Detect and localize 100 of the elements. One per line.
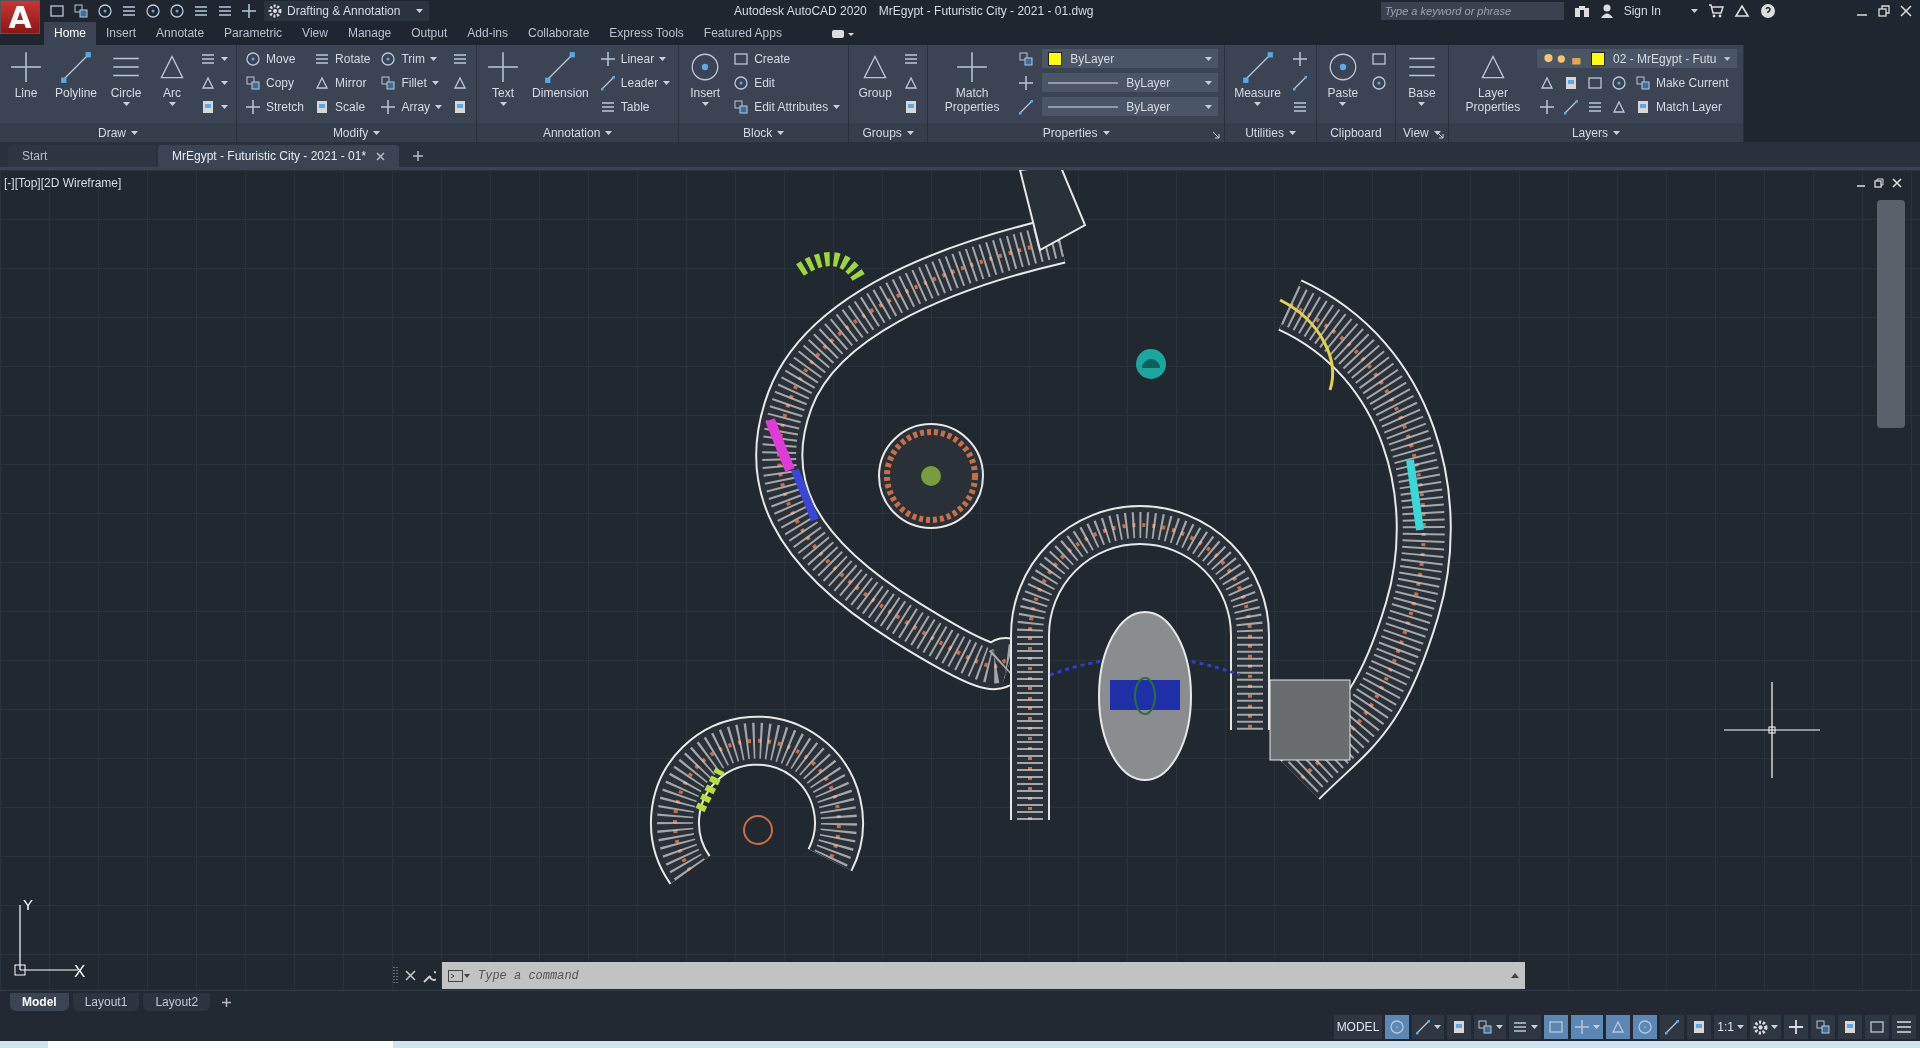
help-icon[interactable]	[1760, 3, 1776, 19]
triangle-icon[interactable]	[1734, 4, 1750, 18]
ribbon-button[interactable]: Polyline	[52, 48, 101, 123]
search-field[interactable]: Type a keyword or phrase	[1380, 2, 1564, 20]
ribbon-button[interactable]: Paste	[1322, 48, 1363, 123]
status-toggle[interactable]	[1571, 1015, 1604, 1039]
panel-title[interactable]: Modify	[332, 125, 369, 140]
status-toggle[interactable]	[1509, 1015, 1542, 1039]
launcher-icon[interactable]	[1436, 132, 1444, 139]
grip-icon[interactable]	[393, 966, 399, 985]
panel-title[interactable]: Block	[743, 125, 773, 140]
layout-tab[interactable]: Layout1	[72, 993, 140, 1011]
ribbon-button[interactable]: Arc	[152, 48, 193, 123]
tool-button[interactable]: Leader	[597, 72, 673, 93]
quick-access-button[interactable]	[240, 2, 258, 20]
layout-tab[interactable]: Layout2	[143, 993, 211, 1011]
plus-button[interactable]	[1784, 1015, 1808, 1039]
ribbon-tab[interactable]: View	[292, 22, 338, 45]
tool-button[interactable]: Trim	[378, 48, 439, 69]
status-toggle[interactable]	[1633, 1015, 1658, 1039]
status-toggle[interactable]	[1606, 1015, 1631, 1039]
ribbon-button[interactable]: Text	[483, 48, 524, 123]
document-tab[interactable]: MrEgypt - Futuristic City - 2021 - 01*	[158, 145, 400, 167]
binoculars-icon[interactable]	[1573, 4, 1590, 18]
quick-access-button[interactable]	[168, 2, 186, 20]
status-toggle[interactable]	[1385, 1015, 1410, 1039]
close-icon[interactable]	[1892, 178, 1902, 188]
status-toggle[interactable]	[1474, 1015, 1507, 1039]
status-toggle[interactable]	[1447, 1015, 1472, 1039]
tool-button[interactable]: Linear	[597, 48, 669, 69]
status-button[interactable]	[1838, 1015, 1862, 1039]
ribbon-tab[interactable]: Annotate	[146, 22, 215, 45]
quick-access-button[interactable]	[48, 2, 66, 20]
close-icon[interactable]	[1900, 5, 1912, 17]
cart-icon[interactable]	[1708, 4, 1724, 18]
tool-button[interactable]: Table	[597, 96, 652, 117]
launcher-icon[interactable]	[1213, 132, 1221, 139]
quick-access-button[interactable]	[72, 2, 90, 20]
close-icon[interactable]	[376, 151, 386, 161]
ribbon-tab[interactable]: Output	[401, 22, 458, 45]
tool-button[interactable]: Make Current	[1632, 72, 1731, 93]
panel-title[interactable]: Draw	[98, 125, 126, 140]
status-toggle[interactable]	[1412, 1015, 1445, 1039]
quick-access-button[interactable]	[96, 2, 114, 20]
ribbon-button[interactable]: Line	[6, 48, 46, 123]
ribbon-button[interactable]: Layer Properties	[1454, 48, 1531, 123]
tool-button[interactable]: Create	[731, 48, 793, 69]
status-button[interactable]	[1865, 1015, 1889, 1039]
status-toggle[interactable]	[1660, 1015, 1685, 1039]
close-icon[interactable]	[405, 970, 416, 981]
quick-access-button[interactable]	[144, 2, 162, 20]
ribbon-button[interactable]: Base	[1401, 48, 1442, 123]
ribbon-button[interactable]: Match Properties	[934, 48, 1011, 123]
status-button[interactable]	[1811, 1015, 1835, 1039]
tool-button[interactable]: Match Layer	[1632, 96, 1724, 117]
tool-button[interactable]: Edit Attributes	[731, 96, 843, 117]
settings-button[interactable]	[1750, 1015, 1781, 1039]
plus-icon[interactable]	[222, 997, 232, 1007]
tool-button[interactable]: Fillet	[378, 72, 441, 93]
sign-in-link[interactable]: Sign In	[1623, 4, 1661, 18]
model-space-button[interactable]: MODEL	[1333, 1015, 1383, 1039]
menu-button[interactable]	[1892, 1015, 1916, 1039]
ribbon-tab[interactable]: Parametric	[214, 22, 293, 45]
line-dropdown[interactable]: ByLayer	[1042, 73, 1219, 92]
ribbon-button[interactable]: Insert	[685, 48, 726, 123]
layout-tab[interactable]: Model	[10, 993, 69, 1011]
viewport-controls[interactable]: [-][Top][2D Wireframe]	[4, 176, 122, 190]
workspace-dropdown[interactable]: Drafting & Annotation	[264, 1, 429, 21]
app-menu-button[interactable]: A	[0, 0, 40, 34]
ribbon-button[interactable]: Circle	[106, 48, 147, 123]
tool-button[interactable]: Mirror	[312, 72, 369, 93]
tool-button[interactable]: Move	[243, 48, 298, 69]
status-toggle[interactable]	[1544, 1015, 1569, 1039]
panel-toggle-icon[interactable]	[831, 29, 854, 39]
panel-title[interactable]: Properties	[1042, 125, 1098, 140]
plus-icon[interactable]	[413, 151, 424, 161]
caret-icon[interactable]	[1511, 973, 1519, 978]
panel-title[interactable]: Layers	[1571, 125, 1608, 140]
ribbon-button[interactable]: Measure	[1231, 48, 1284, 123]
restore-icon[interactable]	[1878, 5, 1890, 17]
ribbon-tab[interactable]: Collaborate	[518, 22, 600, 45]
line-dropdown[interactable]: ByLayer	[1042, 97, 1219, 116]
ribbon-button[interactable]: Dimension	[529, 48, 592, 123]
ribbon-tab[interactable]: Manage	[337, 22, 402, 45]
tool-button[interactable]: Stretch	[243, 96, 307, 117]
layer-dropdown[interactable]: 02 - MrEgypt - Futu	[1536, 49, 1737, 68]
tool-button[interactable]: Array	[378, 96, 445, 117]
command-field[interactable]: Type a command	[476, 967, 1505, 984]
ribbon-tab[interactable]: Express Tools	[599, 22, 694, 45]
status-toggle[interactable]	[1687, 1015, 1712, 1039]
wrench-icon[interactable]	[422, 968, 436, 983]
document-tab[interactable]: Start	[8, 145, 156, 167]
ribbon-tab[interactable]: Home	[44, 22, 96, 45]
tool-button[interactable]: Rotate	[312, 48, 373, 69]
ribbon-button[interactable]: Group	[855, 48, 896, 123]
tool-button[interactable]: Copy	[243, 72, 297, 93]
ribbon-tab[interactable]: Insert	[96, 22, 147, 45]
tool-button[interactable]: Scale	[312, 96, 368, 117]
ribbon-tab[interactable]: Add-ins	[457, 22, 518, 45]
annotation-scale-button[interactable]: 1:1	[1714, 1015, 1747, 1039]
